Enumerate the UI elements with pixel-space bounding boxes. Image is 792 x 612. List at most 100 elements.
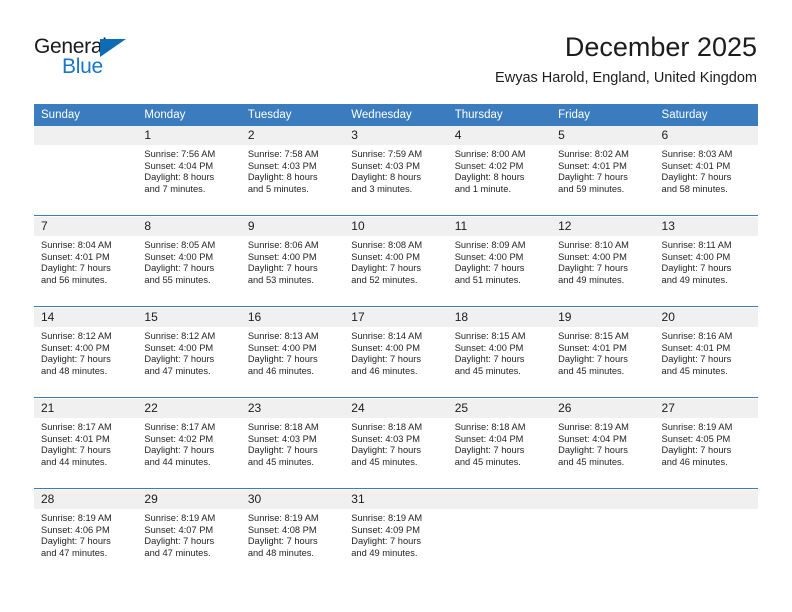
day-number-cell[interactable]: 24 [344, 399, 448, 418]
day-detail-cell[interactable]: Sunrise: 8:18 AM Sunset: 4:03 PM Daylight:… [344, 418, 448, 488]
day-detail-cell[interactable]: Sunrise: 8:02 AM Sunset: 4:01 PM Daylight:… [551, 145, 655, 215]
day-detail-cell[interactable]: Sunrise: 8:15 AM Sunset: 4:00 PM Daylight:… [447, 327, 552, 397]
day-number-cell[interactable]: 18 [447, 308, 552, 327]
day-daylight-1-text: Daylight: 7 hours [661, 172, 732, 183]
day-daylight-1-text: Daylight: 7 hours [247, 354, 318, 365]
day-detail-cell[interactable]: Sunrise: 7:58 AM Sunset: 4:03 PM Daylight:… [240, 145, 345, 215]
day-detail-cell[interactable]: Sunrise: 8:19 AM Sunset: 4:04 PM Daylight:… [551, 418, 655, 488]
day-daylight-1-text: Daylight: 7 hours [41, 263, 111, 274]
day-detail-cell[interactable]: Sunrise: 8:10 AM Sunset: 4:00 PM Daylight:… [551, 236, 655, 306]
day-detail-cell[interactable]: Sunrise: 8:06 AM Sunset: 4:00 PM Daylight:… [240, 236, 345, 306]
day-detail-cell[interactable]: Sunrise: 8:19 AM Sunset: 4:09 PM Daylight:… [344, 509, 448, 579]
day-number-cell[interactable]: 28 [34, 490, 138, 509]
day-number-cell[interactable]: 20 [654, 308, 758, 327]
day-sunrise-text: Sunrise: 8:10 AM [558, 240, 629, 250]
day-detail-cell[interactable]: Sunrise: 8:12 AM Sunset: 4:00 PM Daylight:… [34, 327, 138, 397]
day-detail-cell[interactable]: Sunrise: 8:00 AM Sunset: 4:02 PM Daylight:… [447, 145, 552, 215]
day-daylight-2-text: and 47 minutes. [41, 547, 108, 558]
day-detail-cell[interactable]: Sunrise: 8:16 AM Sunset: 4:01 PM Daylight:… [654, 327, 758, 397]
day-daylight-2-text: and 53 minutes. [247, 274, 314, 285]
day-number-cell[interactable]: 6 [654, 126, 758, 145]
day-number-cell[interactable]: 16 [240, 308, 345, 327]
day-sunset-text: Sunset: 4:01 PM [661, 342, 731, 353]
day-number-cell[interactable]: 8 [137, 217, 241, 236]
day-number-cell[interactable]: 25 [447, 399, 552, 418]
day-detail-cell[interactable]: Sunrise: 7:56 AM Sunset: 4:04 PM Daylight:… [137, 145, 241, 215]
day-number-cell[interactable]: 4 [447, 126, 552, 145]
day-number-cell[interactable]: 30 [240, 490, 345, 509]
day-detail-cell[interactable]: Sunrise: 8:11 AM Sunset: 4:00 PM Daylight:… [654, 236, 758, 306]
day-sunrise-text: Sunrise: 8:00 AM [454, 149, 526, 159]
day-sunset-text: Sunset: 4:03 PM [351, 160, 420, 171]
day-sunrise-text: Sunrise: 8:03 AM [661, 149, 733, 159]
day-number-cell[interactable]: 22 [137, 399, 241, 418]
day-sunrise-text: Sunrise: 8:19 AM [41, 513, 112, 523]
day-number-cell[interactable]: 9 [240, 217, 345, 236]
day-daylight-2-text: and 56 minutes. [41, 274, 108, 285]
day-detail-cell[interactable]: Sunrise: 8:05 AM Sunset: 4:00 PM Daylight:… [137, 236, 241, 306]
day-number-cell[interactable]: 5 [551, 126, 655, 145]
day-sunrise-text: Sunrise: 8:08 AM [351, 240, 423, 250]
day-detail-cell[interactable]: Sunrise: 8:13 AM Sunset: 4:00 PM Daylight:… [240, 327, 345, 397]
day-detail-cell[interactable]: Sunrise: 8:19 AM Sunset: 4:06 PM Daylight:… [34, 509, 138, 579]
day-detail-cell[interactable]: Sunrise: 8:18 AM Sunset: 4:03 PM Daylight:… [240, 418, 345, 488]
day-detail-cell[interactable]: Sunrise: 8:09 AM Sunset: 4:00 PM Daylight:… [447, 236, 552, 306]
weekday-header-thursday: Thursday [447, 104, 552, 126]
day-number-cell[interactable]: 1 [137, 126, 241, 145]
day-detail-cell[interactable]: Sunrise: 8:18 AM Sunset: 4:04 PM Daylight:… [447, 418, 552, 488]
page-title: December 2025 [564, 32, 757, 62]
day-daylight-1-text: Daylight: 7 hours [144, 354, 215, 365]
day-detail-cell[interactable]: Sunrise: 8:03 AM Sunset: 4:01 PM Daylight:… [654, 145, 758, 215]
day-detail-cell[interactable]: Sunrise: 8:17 AM Sunset: 4:02 PM Daylight:… [137, 418, 241, 488]
day-sunrise-text: Sunrise: 8:19 AM [144, 513, 216, 523]
general-blue-logo[interactable]: General Blue [34, 36, 164, 82]
day-number-cell[interactable]: 11 [447, 217, 552, 236]
day-daylight-1-text: Daylight: 7 hours [41, 536, 111, 547]
day-number-cell[interactable]: 17 [344, 308, 448, 327]
day-sunrise-text: Sunrise: 8:06 AM [247, 240, 319, 250]
day-daylight-1-text: Daylight: 8 hours [144, 172, 215, 183]
day-number-cell[interactable]: 2 [240, 126, 345, 145]
day-detail-cell[interactable]: Sunrise: 8:19 AM Sunset: 4:08 PM Daylight:… [240, 509, 345, 579]
day-number-cell[interactable]: 7 [34, 217, 138, 236]
day-number-cell[interactable]: 29 [137, 490, 241, 509]
day-number-cell[interactable]: 21 [34, 399, 138, 418]
day-daylight-1-text: Daylight: 8 hours [247, 172, 318, 183]
day-number-cell[interactable]: 10 [344, 217, 448, 236]
day-daylight-1-text: Daylight: 7 hours [558, 354, 628, 365]
day-number-empty [551, 490, 655, 509]
day-detail-cell[interactable]: Sunrise: 8:19 AM Sunset: 4:05 PM Daylight:… [654, 418, 758, 488]
day-daylight-2-text: and 48 minutes. [41, 365, 108, 376]
day-detail-cell[interactable]: Sunrise: 7:59 AM Sunset: 4:03 PM Daylight:… [344, 145, 448, 215]
day-detail-cell[interactable]: Sunrise: 8:12 AM Sunset: 4:00 PM Daylight:… [137, 327, 241, 397]
day-number-cell[interactable]: 12 [551, 217, 655, 236]
day-daylight-2-text: and 1 minute. [454, 183, 512, 194]
day-number-cell[interactable]: 3 [344, 126, 448, 145]
day-daylight-1-text: Daylight: 7 hours [661, 445, 732, 456]
day-detail-cell[interactable]: Sunrise: 8:17 AM Sunset: 4:01 PM Daylight:… [34, 418, 138, 488]
day-number-cell[interactable]: 27 [654, 399, 758, 418]
day-number-cell[interactable]: 15 [137, 308, 241, 327]
day-detail-cell[interactable]: Sunrise: 8:08 AM Sunset: 4:00 PM Daylight:… [344, 236, 448, 306]
day-daylight-2-text: and 47 minutes. [144, 365, 211, 376]
day-number-cell[interactable]: 19 [551, 308, 655, 327]
day-daylight-2-text: and 51 minutes. [454, 274, 521, 285]
day-daylight-2-text: and 3 minutes. [351, 183, 413, 194]
day-number-cell[interactable]: 23 [240, 399, 345, 418]
day-sunset-text: Sunset: 4:01 PM [661, 160, 731, 171]
day-number-cell[interactable]: 31 [344, 490, 448, 509]
day-number-cell[interactable]: 13 [654, 217, 758, 236]
day-detail-cell[interactable]: Sunrise: 8:15 AM Sunset: 4:01 PM Daylight:… [551, 327, 655, 397]
day-number-cell[interactable]: 26 [551, 399, 655, 418]
day-detail-cell[interactable]: Sunrise: 8:14 AM Sunset: 4:00 PM Daylight:… [344, 327, 448, 397]
week-detail-row: Sunrise: 8:12 AM Sunset: 4:00 PM Daylight:… [34, 327, 758, 397]
weekday-header-friday: Friday [551, 104, 655, 126]
day-number-cell[interactable]: 14 [34, 308, 138, 327]
day-sunset-text: Sunset: 4:00 PM [247, 342, 317, 353]
day-detail-cell[interactable]: Sunrise: 8:19 AM Sunset: 4:07 PM Daylight:… [137, 509, 241, 579]
day-daylight-2-text: and 49 minutes. [558, 274, 625, 285]
day-number-empty [447, 490, 552, 509]
day-sunset-text: Sunset: 4:07 PM [144, 524, 214, 535]
day-sunset-text: Sunset: 4:00 PM [558, 251, 627, 262]
day-detail-cell[interactable]: Sunrise: 8:04 AM Sunset: 4:01 PM Daylight:… [34, 236, 138, 306]
